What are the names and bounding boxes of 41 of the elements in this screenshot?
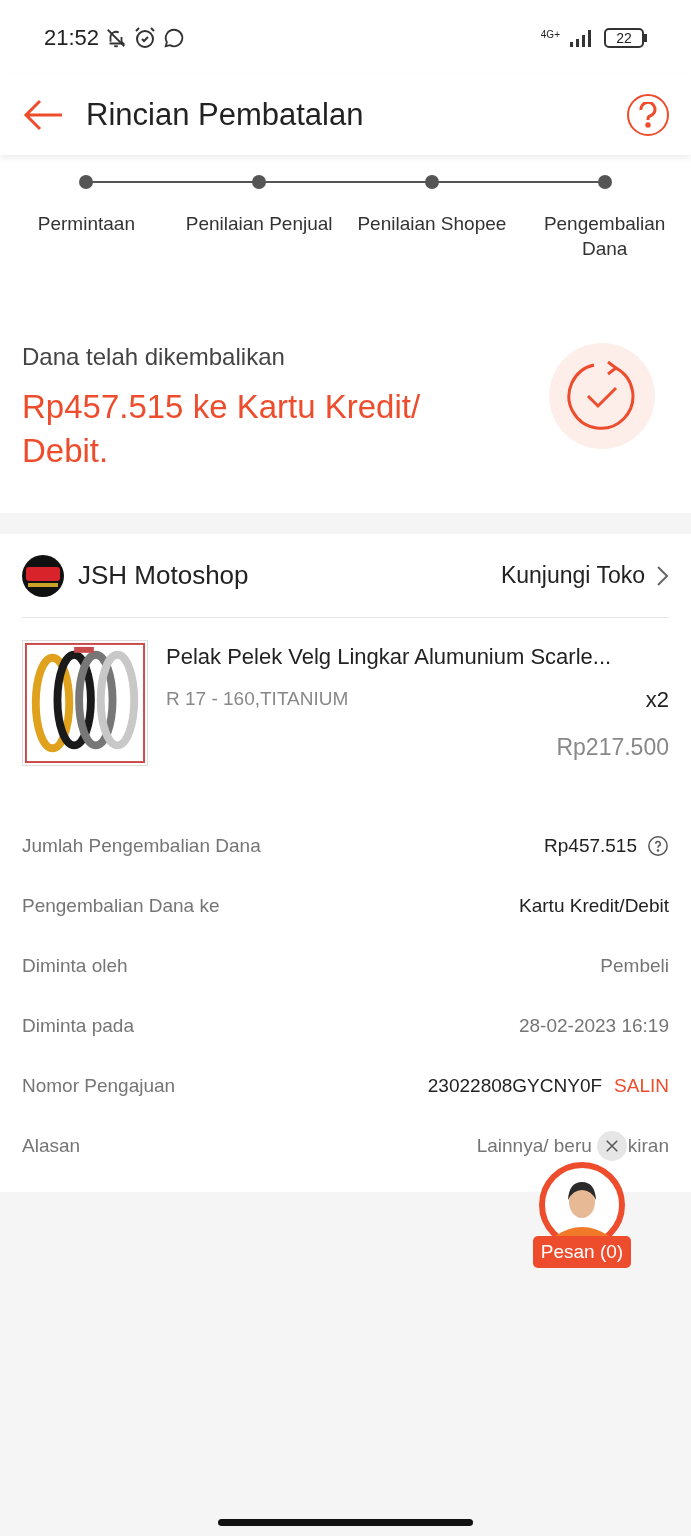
- product-variant: R 17 - 160,TITANIUM: [166, 687, 349, 712]
- detail-value: Rp457.515: [544, 833, 637, 858]
- shop-name: JSH Motoshop: [78, 559, 250, 592]
- copy-link[interactable]: SALIN: [614, 1071, 669, 1101]
- detail-label: Diminta pada: [22, 1013, 134, 1038]
- detail-value: Kartu Kredit/Debit: [519, 893, 669, 918]
- detail-label: Jumlah Pengembalian Dana: [22, 833, 261, 858]
- detail-label: Alasan: [22, 1133, 81, 1158]
- detail-value: Pembeli: [600, 953, 669, 978]
- refund-status: Dana telah dikembalikan: [22, 342, 286, 372]
- help-icon[interactable]: [647, 835, 669, 857]
- detail-value: 28-02-2023 16:19: [519, 1013, 669, 1038]
- close-icon: [603, 1137, 621, 1155]
- product-price: Rp217.500: [556, 733, 669, 762]
- back-arrow-icon: [22, 99, 64, 131]
- chat-bubble-icon: [163, 26, 186, 49]
- shop-logo: [22, 554, 64, 597]
- step-label: Pengembalian Dana: [542, 212, 667, 261]
- product-name: Pelak Pelek Velg Lingkar Alumunium Scarle...: [166, 643, 613, 671]
- visit-shop-link[interactable]: Kunjungi Toko: [500, 558, 669, 593]
- step-label: Penilaian Shopee: [356, 212, 508, 236]
- clock-time: 21:52: [44, 24, 100, 52]
- bell-off-icon: [105, 26, 128, 49]
- chevron-right-icon: [655, 564, 669, 587]
- help-button[interactable]: [627, 94, 669, 136]
- detail-value: kiran: [627, 1133, 669, 1158]
- product-quantity: x2: [645, 686, 669, 714]
- network-type: 4G+: [540, 29, 560, 40]
- detail-label: Nomor Pengajuan: [22, 1073, 176, 1098]
- detail-value: 23022808GYCNY0F: [427, 1073, 603, 1098]
- detail-label: Pengembalian Dana ke: [22, 893, 220, 918]
- close-button[interactable]: [597, 1131, 627, 1161]
- chat-button[interactable]: Pesan (0): [532, 1236, 632, 1268]
- step-label: Penilaian Penjual: [184, 212, 334, 236]
- page-title: Rincian Pembatalan: [86, 95, 365, 134]
- refund-amount: Rp457.515 ke Kartu Kredit/ Debit.: [22, 387, 422, 471]
- help-icon: [638, 102, 658, 128]
- detail-value: Lainnya/ beru: [476, 1133, 592, 1158]
- step-label: Permintaan: [36, 212, 136, 236]
- detail-label: Diminta oleh: [22, 953, 128, 978]
- battery-indicator: 22: [604, 27, 647, 48]
